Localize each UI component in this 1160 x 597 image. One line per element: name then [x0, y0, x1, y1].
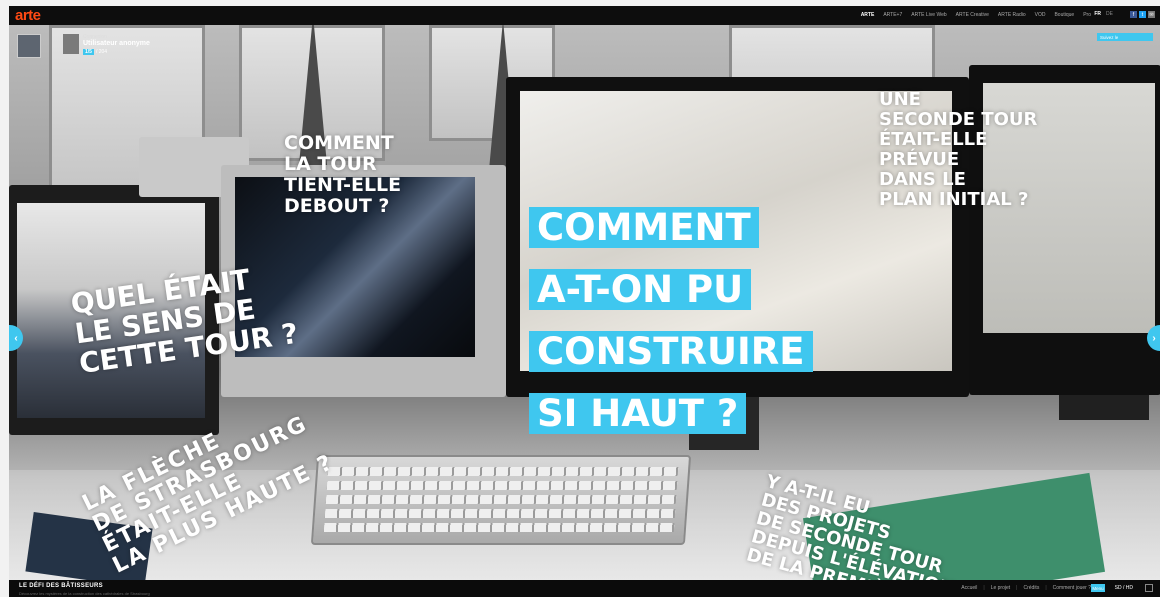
main-question-line: a-t-on pu [529, 269, 752, 310]
user-panel: Connexion Utilisateur anonyme 1/5 / 204 [17, 34, 157, 58]
progress-counter: 1/5 / 204 [83, 49, 107, 55]
footer-link-how-to-play[interactable]: Comment jouer ? [1053, 585, 1091, 591]
follow-button[interactable]: Suivez le [1097, 33, 1153, 41]
arte-logo[interactable]: arte [15, 7, 41, 24]
top-navigation-bar: arte ARTE ARTE+7 ARTE Live Web ARTE Crea… [9, 6, 1160, 25]
keyboard [310, 455, 692, 545]
nav-item-arte-plus-7[interactable]: ARTE+7 [883, 12, 902, 18]
nav-item-boutique[interactable]: Boutique [1054, 12, 1074, 18]
separator: | [983, 585, 985, 591]
video-thumbnail[interactable] [17, 34, 41, 58]
main-question-line: si haut ? [529, 393, 747, 434]
social-links: f t ✉ [1130, 11, 1155, 18]
nav-item-live-web[interactable]: ARTE Live Web [911, 12, 946, 18]
progress-total: / 204 [95, 49, 108, 55]
page-subtitle: Découvrez les mystères de la constructio… [19, 591, 150, 596]
footer-links: Accueil | Le projet | Crédits | Comment … [961, 585, 1091, 591]
key-row [327, 467, 679, 476]
footer-link-project[interactable]: Le projet [991, 585, 1010, 591]
menu-button[interactable]: Menu [1091, 584, 1105, 592]
page-title: LE DÉFI DES BÂTISSEURS [19, 583, 103, 589]
nav-item-radio[interactable]: ARTE Radio [998, 12, 1026, 18]
separator: | [1016, 585, 1018, 591]
nav-item-vod[interactable]: VOD [1035, 12, 1046, 18]
key-row [326, 481, 678, 490]
question-how-tower-stands[interactable]: Comment la tour tient-elle debout ? [284, 133, 401, 217]
bottom-bar: LE DÉFI DES BÂTISSEURS Découvrez les mys… [9, 580, 1160, 597]
key-row [323, 523, 675, 532]
user-name: Utilisateur anonyme [83, 40, 150, 47]
key-row [324, 509, 676, 518]
mail-icon[interactable]: ✉ [1148, 11, 1155, 18]
lang-de[interactable]: DE [1106, 11, 1113, 17]
key-row [325, 495, 677, 504]
footer-link-home[interactable]: Accueil [961, 585, 977, 591]
nav-item-pro[interactable]: Pro [1083, 12, 1091, 18]
main-question-line: Comment [529, 207, 759, 248]
monitor-stand [1059, 395, 1149, 420]
question-second-tower-planned[interactable]: Une seconde tour était-elle prévue dans … [879, 90, 1037, 210]
quality-toggle[interactable]: SD / HD [1115, 585, 1133, 591]
language-switcher: FR DE [1094, 11, 1113, 17]
nav-item-creative[interactable]: ARTE Creative [956, 12, 989, 18]
avatar [63, 34, 79, 54]
nav-item-arte[interactable]: ARTE [861, 12, 875, 18]
twitter-icon[interactable]: t [1139, 11, 1146, 18]
main-nav: ARTE ARTE+7 ARTE Live Web ARTE Creative … [861, 12, 1091, 18]
facebook-icon[interactable]: f [1130, 11, 1137, 18]
question-main-how-built[interactable]: Comment a-t-on pu construire si haut ? [529, 188, 879, 436]
progress-count: 1/5 [83, 49, 94, 55]
video-scene[interactable]: Comment la tour tient-elle debout ? Comm… [9, 25, 1160, 580]
footer-link-credits[interactable]: Crédits [1023, 585, 1039, 591]
fullscreen-icon[interactable] [1145, 584, 1153, 592]
app-frame: arte ARTE ARTE+7 ARTE Live Web ARTE Crea… [9, 6, 1160, 597]
lang-fr[interactable]: FR [1094, 11, 1101, 17]
separator: | [1045, 585, 1047, 591]
main-question-line: construire [529, 331, 813, 372]
